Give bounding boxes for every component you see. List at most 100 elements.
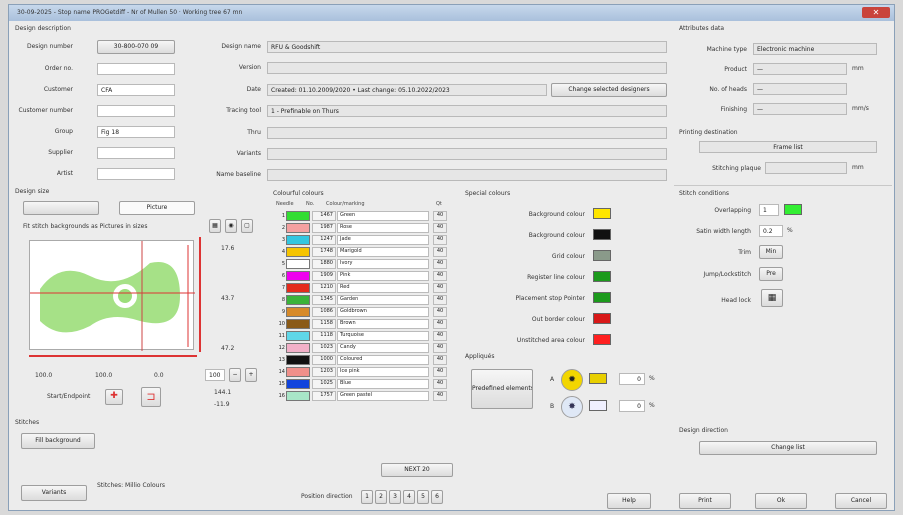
- needle-colour-swatch[interactable]: [286, 391, 310, 401]
- needle-colour-swatch[interactable]: [286, 307, 310, 317]
- colour-table-row[interactable]: 15 1025 Blue 40: [276, 378, 458, 390]
- applique-b-swatch[interactable]: [589, 400, 607, 411]
- heads-field[interactable]: —: [753, 83, 847, 95]
- design-preview[interactable]: [29, 240, 195, 351]
- print-button[interactable]: Print: [679, 493, 731, 509]
- customer-number-field[interactable]: [97, 105, 175, 117]
- tracing-field[interactable]: 1 - Prefinable on Thurs: [267, 105, 667, 117]
- thread-name[interactable]: Marigold: [337, 247, 429, 257]
- head-lock-button[interactable]: ▦: [761, 289, 783, 307]
- design-name-field[interactable]: RFU & Goodshift: [267, 41, 667, 53]
- colour-table-row[interactable]: 6 1909 Pink 40: [276, 270, 458, 282]
- thread-name[interactable]: Brown: [337, 319, 429, 329]
- zoom-in-button[interactable]: +: [245, 368, 257, 382]
- colour-table-row[interactable]: 2 1987 Rose 40: [276, 222, 458, 234]
- applique-a-swatch[interactable]: [589, 373, 607, 384]
- thread-name[interactable]: Goldbrown: [337, 307, 429, 317]
- design-number-button[interactable]: 30-800-070 09: [97, 40, 175, 54]
- special-colour-swatch[interactable]: [593, 229, 611, 240]
- colour-table-row[interactable]: 14 1203 Ice pink 40: [276, 366, 458, 378]
- thread-name[interactable]: Green: [337, 211, 429, 221]
- jump-button[interactable]: Pre: [759, 267, 783, 281]
- zoom-out-button[interactable]: −: [229, 368, 241, 382]
- name-baseline-field[interactable]: [267, 169, 667, 181]
- colour-table-row[interactable]: 13 1000 Coloured 40: [276, 354, 458, 366]
- zoom-field[interactable]: 100: [205, 369, 225, 381]
- special-colour-swatch[interactable]: [593, 292, 611, 303]
- needle-colour-swatch[interactable]: [286, 379, 310, 389]
- needle-colour-swatch[interactable]: [286, 355, 310, 365]
- overlap-colour-swatch[interactable]: [784, 204, 802, 215]
- special-colour-swatch[interactable]: [593, 313, 611, 324]
- product-field[interactable]: —: [753, 63, 847, 75]
- end-point-button[interactable]: ⊐: [141, 387, 161, 407]
- special-colour-swatch[interactable]: [593, 271, 611, 282]
- thread-name[interactable]: Pink: [337, 271, 429, 281]
- needle-colour-swatch[interactable]: [286, 271, 310, 281]
- colour-table-row[interactable]: 1 1467 Green 40: [276, 210, 458, 222]
- applique-a-button[interactable]: ✹: [561, 369, 583, 391]
- artist-field[interactable]: [97, 168, 175, 180]
- satin-width-field[interactable]: 0.2: [759, 225, 783, 237]
- variants-button[interactable]: Variants: [21, 485, 87, 501]
- next-20-button[interactable]: NEXT 20: [381, 463, 453, 477]
- colour-table-row[interactable]: 11 1118 Turquoise 40: [276, 330, 458, 342]
- thread-name[interactable]: Ice pink: [337, 367, 429, 377]
- special-colour-swatch[interactable]: [593, 208, 611, 219]
- special-colour-swatch[interactable]: [593, 250, 611, 261]
- change-designers-button[interactable]: Change selected designers: [551, 83, 667, 97]
- needle-colour-swatch[interactable]: [286, 235, 310, 245]
- colour-table-row[interactable]: 5 1880 Ivory 40: [276, 258, 458, 270]
- colour-table-row[interactable]: 9 1086 Goldbrown 40: [276, 306, 458, 318]
- colour-table-row[interactable]: 10 1158 Brown 40: [276, 318, 458, 330]
- needle-colour-swatch[interactable]: [286, 367, 310, 377]
- needle-colour-swatch[interactable]: [286, 331, 310, 341]
- grid-icon[interactable]: ▦: [209, 219, 221, 233]
- ok-button[interactable]: Ok: [755, 493, 807, 509]
- customer-field[interactable]: CFA: [97, 84, 175, 96]
- cancel-button[interactable]: Cancel: [835, 493, 887, 509]
- colour-table-row[interactable]: 12 1023 Candy 40: [276, 342, 458, 354]
- position-button[interactable]: 3: [389, 490, 401, 504]
- colour-table-row[interactable]: 3 1247 Jade 40: [276, 234, 458, 246]
- thread-name[interactable]: Green pastel: [337, 391, 429, 401]
- thru-field[interactable]: [267, 127, 667, 139]
- trim-button[interactable]: Min: [759, 245, 783, 259]
- machine-select[interactable]: Electronic machine: [753, 43, 877, 55]
- colour-table-row[interactable]: 8 1345 Garden 40: [276, 294, 458, 306]
- position-button[interactable]: 5: [417, 490, 429, 504]
- needle-colour-swatch[interactable]: [286, 259, 310, 269]
- colour-table-row[interactable]: 7 1210 Red 40: [276, 282, 458, 294]
- zoom-icon[interactable]: ▢: [241, 219, 253, 233]
- group-field[interactable]: Fig 18: [97, 126, 175, 138]
- finishing-field[interactable]: —: [753, 103, 847, 115]
- thread-name[interactable]: Red: [337, 283, 429, 293]
- position-button[interactable]: 6: [431, 490, 443, 504]
- needle-colour-swatch[interactable]: [286, 211, 310, 221]
- needle-colour-swatch[interactable]: [286, 319, 310, 329]
- applique-a-field[interactable]: 0: [619, 373, 645, 385]
- supplier-field[interactable]: [97, 147, 175, 159]
- colour-table-row[interactable]: 4 1748 Marigold 40: [276, 246, 458, 258]
- thread-name[interactable]: Blue: [337, 379, 429, 389]
- needle-colour-swatch[interactable]: [286, 223, 310, 233]
- thread-name[interactable]: Rose: [337, 223, 429, 233]
- variants-field[interactable]: [267, 148, 667, 160]
- needle-colour-swatch[interactable]: [286, 295, 310, 305]
- overlap-field[interactable]: 1: [759, 204, 779, 216]
- thread-name[interactable]: Coloured: [337, 355, 429, 365]
- start-point-button[interactable]: ✚: [105, 389, 123, 405]
- center-icon[interactable]: ◉: [225, 219, 237, 233]
- predefined-elements-button[interactable]: Predefined elements: [471, 369, 533, 409]
- position-button[interactable]: 2: [375, 490, 387, 504]
- needle-colour-swatch[interactable]: [286, 247, 310, 257]
- applique-b-field[interactable]: 0: [619, 400, 645, 412]
- thread-name[interactable]: Jade: [337, 235, 429, 245]
- thread-name[interactable]: Ivory: [337, 259, 429, 269]
- fill-background-button[interactable]: Fill background: [21, 433, 95, 449]
- thread-name[interactable]: Candy: [337, 343, 429, 353]
- close-button[interactable]: ✕: [862, 7, 890, 18]
- order-no-field[interactable]: [97, 63, 175, 75]
- frame-list-select[interactable]: Frame list: [699, 141, 877, 153]
- design-size-tab-left[interactable]: [23, 201, 99, 215]
